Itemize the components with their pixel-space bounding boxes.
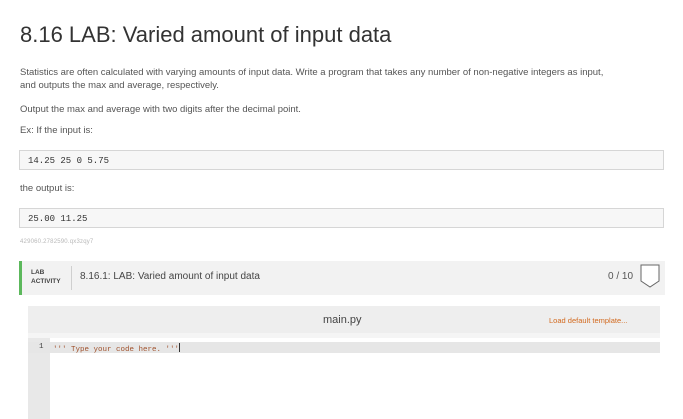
line-number: 1 xyxy=(39,343,44,351)
activity-type-line-2: ACTIVITY xyxy=(31,278,61,285)
activity-type-line-1: LAB xyxy=(31,269,45,276)
completion-badge-icon xyxy=(640,264,660,288)
text-cursor xyxy=(179,343,181,352)
activity-title: 8.16.1: LAB: Varied amount of input data xyxy=(80,271,260,282)
activity-divider xyxy=(71,266,72,290)
tracking-id: 429060.2782590.qx3zqy7 xyxy=(20,239,94,245)
editor-filename: main.py xyxy=(323,314,362,326)
example-intro-text: Ex: If the input is: xyxy=(20,125,93,136)
instructions-line-1: Statistics are often calculated with var… xyxy=(20,67,604,78)
output-intro-text: the output is: xyxy=(20,183,75,194)
instructions-line-2: and outputs the max and average, respect… xyxy=(20,80,219,91)
example-output-block: 25.00 11.25 xyxy=(19,208,664,228)
activity-score: 0 / 10 xyxy=(608,271,634,282)
output-format-text: Output the max and average with two digi… xyxy=(20,104,301,115)
page-title: 8.16 LAB: Varied amount of input data xyxy=(20,22,392,47)
code-line-text: ''' Type your code here. ''' xyxy=(53,346,180,354)
lab-activity-header[interactable]: LAB ACTIVITY 8.16.1: LAB: Varied amount … xyxy=(19,261,665,295)
instructions-paragraph: Statistics are often calculated with var… xyxy=(20,66,665,92)
code-line[interactable]: ''' Type your code here. ''' xyxy=(53,343,181,354)
example-input-block: 14.25 25 0 5.75 xyxy=(19,150,664,170)
load-default-template-link[interactable]: Load default template... xyxy=(549,316,627,325)
editor-header: main.py Load default template... xyxy=(28,306,660,333)
code-editor: main.py Load default template... 1 ''' T… xyxy=(28,306,660,419)
activity-type-label: LAB ACTIVITY xyxy=(31,268,61,286)
